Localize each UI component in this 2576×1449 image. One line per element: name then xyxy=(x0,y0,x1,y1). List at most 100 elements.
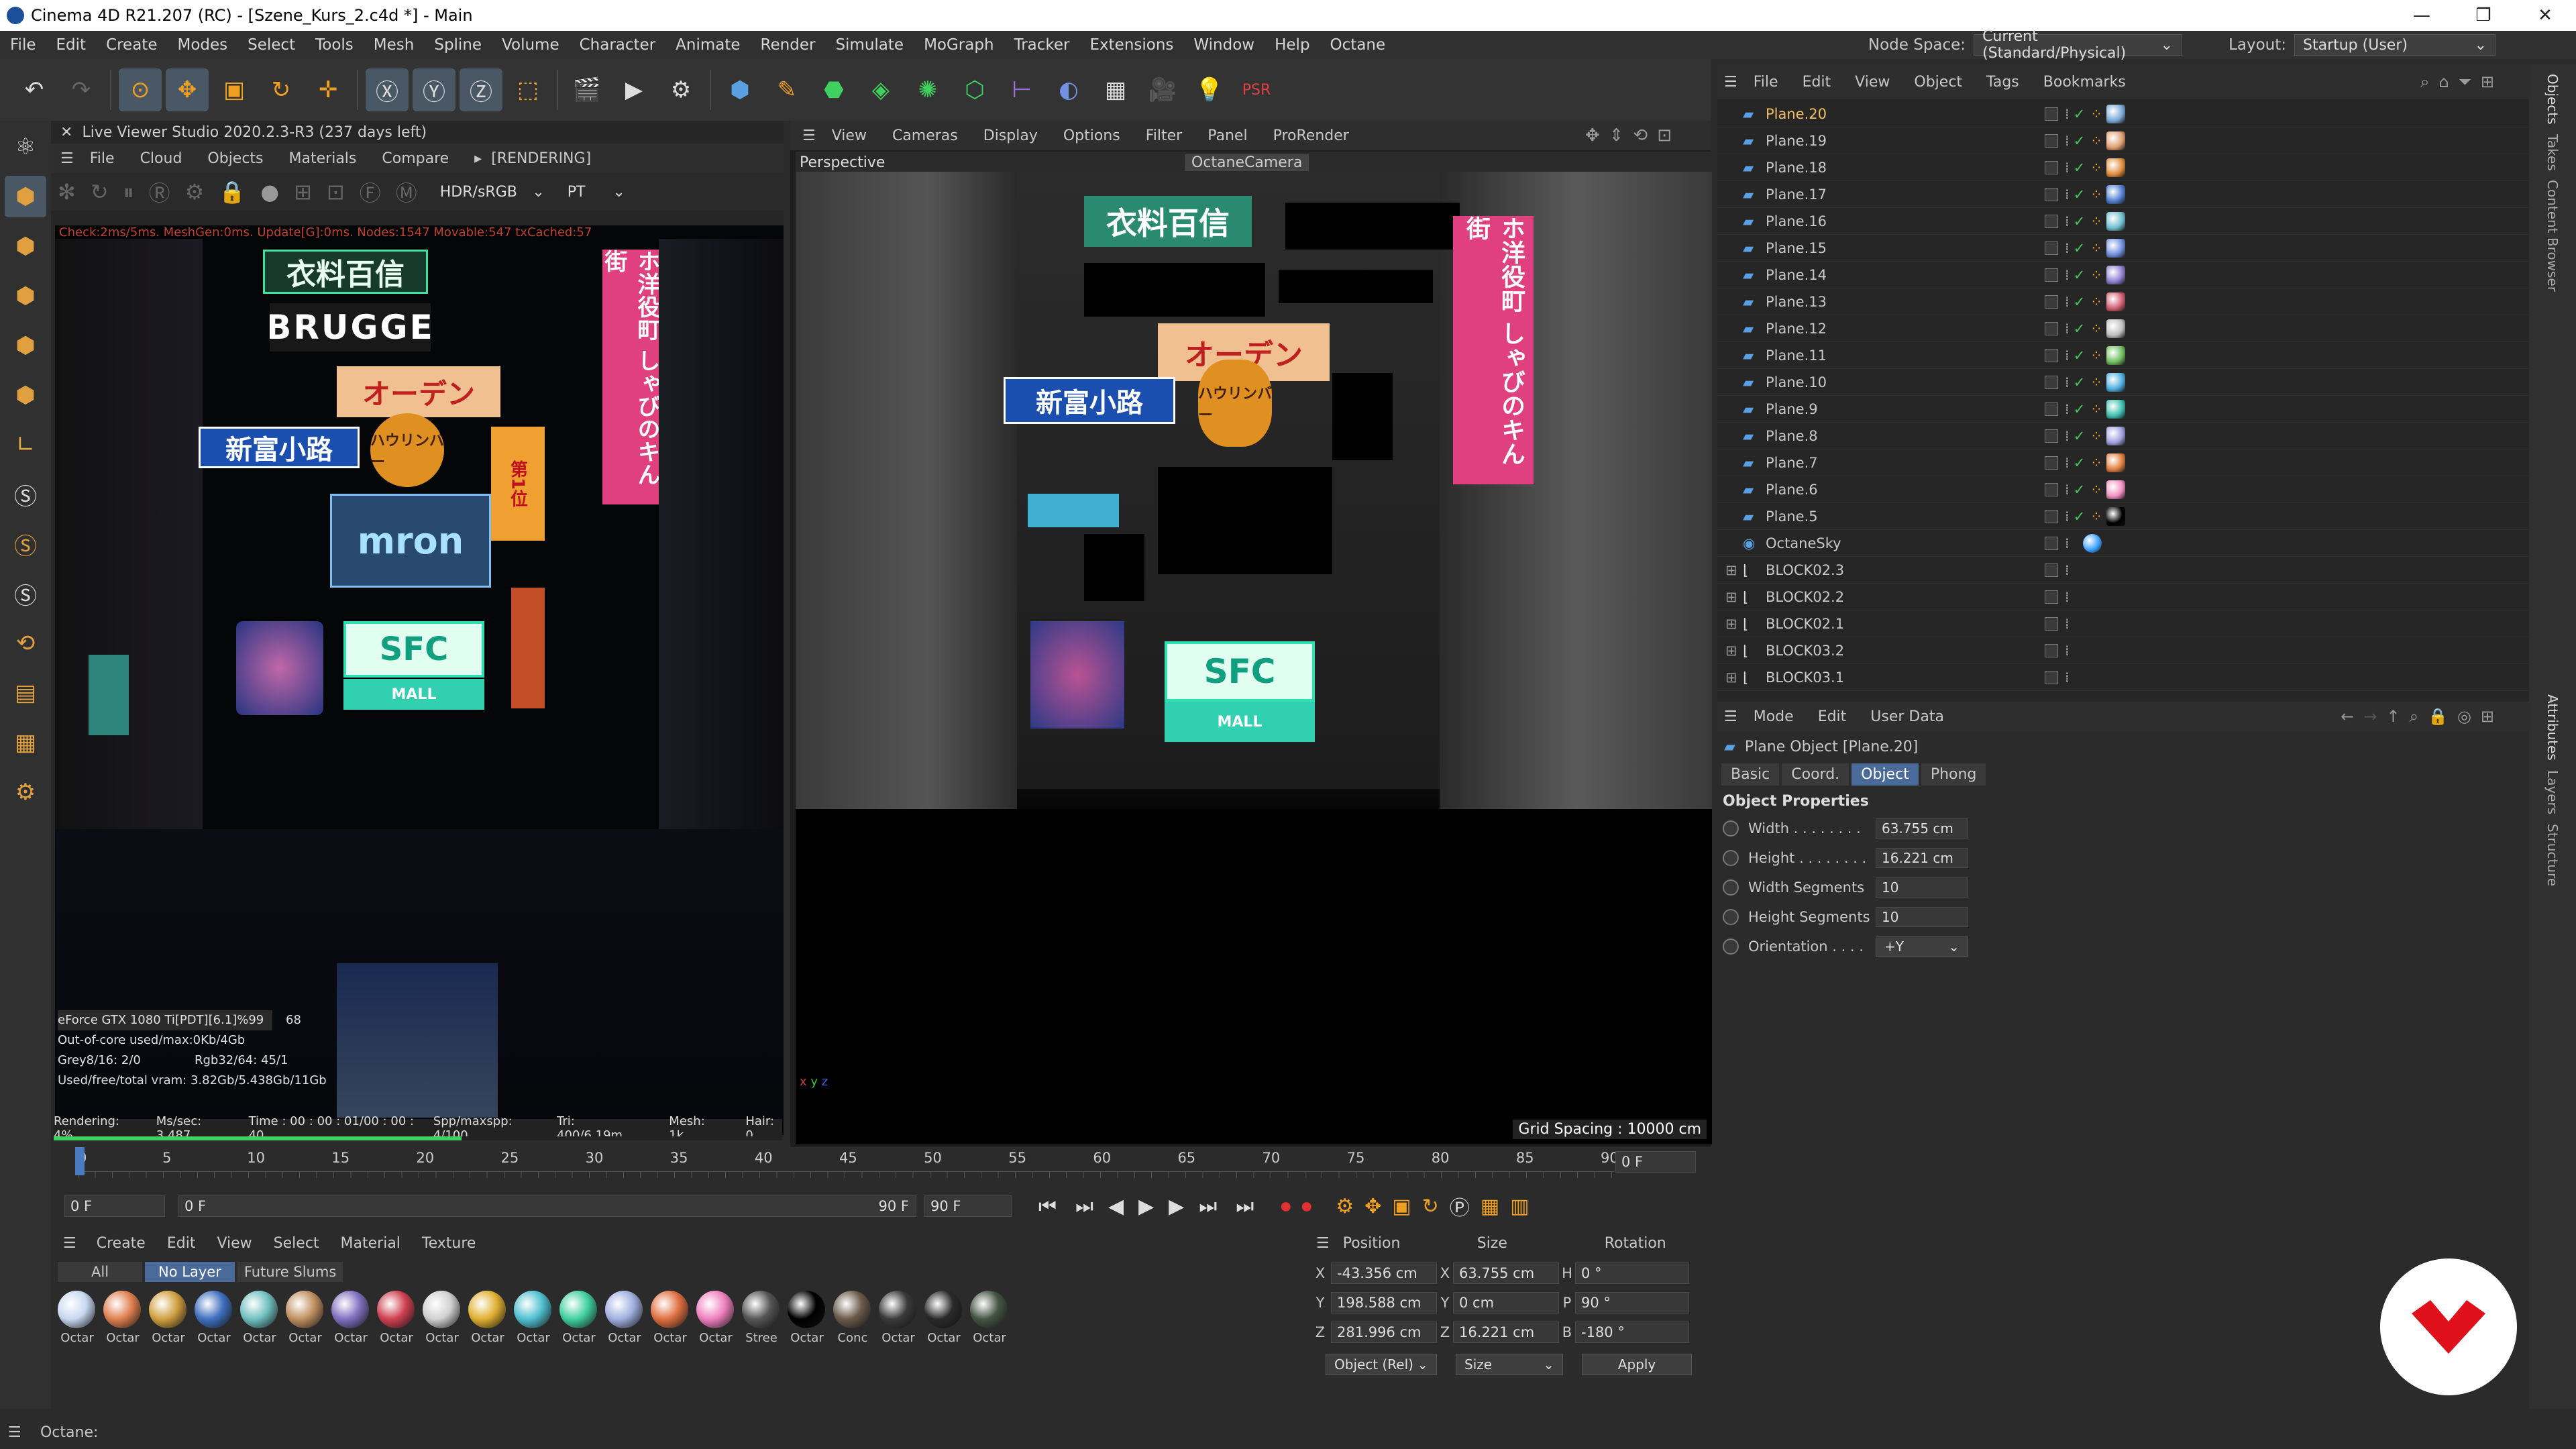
field-icon[interactable]: ◐ xyxy=(1047,68,1090,111)
vp-menu-prorender[interactable]: ProRender xyxy=(1273,127,1349,144)
deformer-icon[interactable]: ⊢ xyxy=(1000,68,1043,111)
move-tool-icon[interactable]: ✥ xyxy=(166,68,209,111)
transform-tool-icon[interactable]: ✛ xyxy=(307,68,350,111)
menu-edit[interactable]: Edit xyxy=(46,36,97,54)
editor-visibility-icon[interactable] xyxy=(2045,133,2058,148)
hamburger-icon[interactable]: ☰ xyxy=(1316,1235,1330,1252)
object-row[interactable]: ⊞ ⌊ BLOCK03.2 ⁞ xyxy=(1717,637,2529,664)
coord-mode-dropdown[interactable]: Object (Rel) ⌄ xyxy=(1326,1354,1437,1375)
editor-visibility-icon[interactable] xyxy=(2045,268,2058,282)
object-row[interactable]: ⊞ ⌊ BLOCK02.3 ⁞ xyxy=(1717,557,2529,584)
target-icon[interactable]: ◎ xyxy=(2457,707,2471,726)
object-row[interactable]: ▰ Plane.6 ⁞ ✓ ⁘ xyxy=(1717,476,2529,503)
preview-range-slider[interactable]: 0 F 90 F xyxy=(178,1195,916,1217)
material-tag-icon[interactable] xyxy=(2106,319,2125,338)
material-item[interactable]: Octar xyxy=(514,1291,553,1345)
editor-visibility-icon[interactable] xyxy=(2045,429,2058,443)
visibility-dots-icon[interactable]: ⁞ xyxy=(2065,428,2070,444)
tab-structure[interactable]: Structure xyxy=(2544,824,2561,886)
editor-visibility-icon[interactable] xyxy=(2045,348,2058,362)
kernel-dropdown[interactable]: PT ⌄ xyxy=(559,181,633,203)
enabled-check-icon[interactable]: ✓ xyxy=(2074,374,2086,390)
animate-radio-icon[interactable] xyxy=(1723,820,1739,837)
key-position-icon[interactable]: ✥ xyxy=(1364,1195,1381,1218)
visibility-dots-icon[interactable]: ⁞ xyxy=(2065,643,2070,659)
select-tool-icon[interactable]: ⊙ xyxy=(119,68,162,111)
texture-mode-icon[interactable]: ⬢ xyxy=(5,225,46,267)
editor-visibility-icon[interactable] xyxy=(2045,590,2058,604)
animate-radio-icon[interactable] xyxy=(1723,850,1739,866)
vp-menu-view[interactable]: View xyxy=(832,127,867,144)
menu-help[interactable]: Help xyxy=(1265,36,1320,54)
mat-menu-view[interactable]: View xyxy=(217,1235,252,1252)
menu-tracker[interactable]: Tracker xyxy=(1004,36,1080,54)
redo-icon[interactable]: ↷ xyxy=(60,68,103,111)
node-space-dropdown[interactable]: Current (Standard/Physical) ⌄ xyxy=(1974,28,2182,62)
phong-tag-icon[interactable]: ⁘ xyxy=(2090,213,2102,229)
menu-mograph[interactable]: MoGraph xyxy=(914,36,1004,54)
menu-modes[interactable]: Modes xyxy=(167,36,237,54)
focus-icon[interactable]: Ⓕ xyxy=(360,176,381,207)
property-field[interactable]: 63.755 cm xyxy=(1876,818,1968,839)
cloner-icon[interactable]: ✺ xyxy=(906,68,949,111)
camera-label[interactable]: OctaneCamera xyxy=(1185,154,1309,171)
object-row[interactable]: ⊞ ⌊ BLOCK02.2 ⁞ xyxy=(1717,584,2529,610)
menu-create[interactable]: Create xyxy=(96,36,167,54)
coord-field[interactable]: 281.996 cm xyxy=(1331,1322,1437,1343)
camera-icon[interactable]: 🎥 xyxy=(1141,68,1184,111)
hamburger-icon[interactable]: ☰ xyxy=(1724,708,1737,725)
object-row[interactable]: ▰ Plane.7 ⁞ ✓ ⁘ xyxy=(1717,449,2529,476)
editor-visibility-icon[interactable] xyxy=(2045,509,2058,523)
menu-mesh[interactable]: Mesh xyxy=(364,36,425,54)
key-rotation-icon[interactable]: ↻ xyxy=(1422,1195,1439,1218)
mat-menu-texture[interactable]: Texture xyxy=(422,1235,476,1252)
add-icon[interactable]: ⊞ xyxy=(294,179,312,205)
editor-visibility-icon[interactable] xyxy=(2045,455,2058,470)
lv-menu-materials[interactable]: Materials xyxy=(289,150,357,167)
editor-visibility-icon[interactable] xyxy=(2045,321,2058,335)
attr-menu-user-data[interactable]: User Data xyxy=(1870,708,1944,725)
vp-menu-cameras[interactable]: Cameras xyxy=(892,127,958,144)
lv-menu-compare[interactable]: Compare xyxy=(382,150,449,167)
region-render-icon[interactable]: Ⓡ xyxy=(149,176,170,207)
property-field[interactable]: 10 xyxy=(1876,907,1968,927)
enabled-check-icon[interactable]: ✓ xyxy=(2074,508,2086,525)
make-editable-icon[interactable]: ⚛ xyxy=(5,126,46,168)
menu-render[interactable]: Render xyxy=(751,36,826,54)
enabled-check-icon[interactable]: ✓ xyxy=(2074,321,2086,337)
render-picture-viewer-icon[interactable]: ▶ xyxy=(612,68,655,111)
enabled-check-icon[interactable]: ✓ xyxy=(2074,240,2086,256)
coord-field[interactable]: 90 ° xyxy=(1575,1292,1689,1313)
tab-takes[interactable]: Takes xyxy=(2544,134,2561,171)
key-pla-icon[interactable]: ▦ xyxy=(1481,1195,1499,1218)
viewport-scene[interactable]: Perspective OctaneCamera 衣料百信 オーデン 新富小路 … xyxy=(796,152,1712,1144)
menu-file[interactable]: File xyxy=(0,36,46,54)
hamburger-icon[interactable]: ☰ xyxy=(60,150,74,167)
material-tag-icon[interactable] xyxy=(2106,158,2125,177)
render-settings-icon[interactable]: ⚙ xyxy=(659,68,702,111)
material-tag-icon[interactable] xyxy=(2106,480,2125,499)
coord-field[interactable]: 16.221 cm xyxy=(1453,1322,1559,1343)
obj-menu-edit[interactable]: Edit xyxy=(1803,74,1831,91)
sphere-icon[interactable]: ● xyxy=(260,179,279,205)
material-item[interactable]: Octar xyxy=(559,1291,598,1345)
material-item[interactable]: Octar xyxy=(331,1291,370,1345)
animate-radio-icon[interactable] xyxy=(1723,909,1739,925)
material-tag-icon[interactable] xyxy=(2106,211,2125,231)
enabled-check-icon[interactable]: ✓ xyxy=(2074,294,2086,310)
end-frame-field[interactable]: 90 F xyxy=(924,1195,1012,1217)
magnet-icon[interactable]: ⟲ xyxy=(5,623,46,664)
move-view-icon[interactable]: ✥ xyxy=(1585,125,1600,146)
axis-mode-icon[interactable]: ∟ xyxy=(5,424,46,466)
object-row[interactable]: ▰ Plane.13 ⁞ ✓ ⁘ xyxy=(1717,288,2529,315)
close-button[interactable]: ✕ xyxy=(2514,5,2576,25)
filter-all[interactable]: All xyxy=(58,1262,143,1282)
maximize-button[interactable]: ❐ xyxy=(2453,5,2514,25)
visibility-dots-icon[interactable]: ⁞ xyxy=(2065,294,2070,310)
object-row[interactable]: ▰ Plane.18 ⁞ ✓ ⁘ xyxy=(1717,154,2529,181)
enabled-check-icon[interactable]: ✓ xyxy=(2074,267,2086,283)
up-arrow-icon[interactable]: ↑ xyxy=(2386,707,2400,726)
rotate-tool-icon[interactable]: ↻ xyxy=(260,68,303,111)
object-row[interactable]: ⊞ ⌊ BLOCK02.1 ⁞ xyxy=(1717,610,2529,637)
current-frame-field[interactable]: 0 F xyxy=(1615,1151,1696,1173)
